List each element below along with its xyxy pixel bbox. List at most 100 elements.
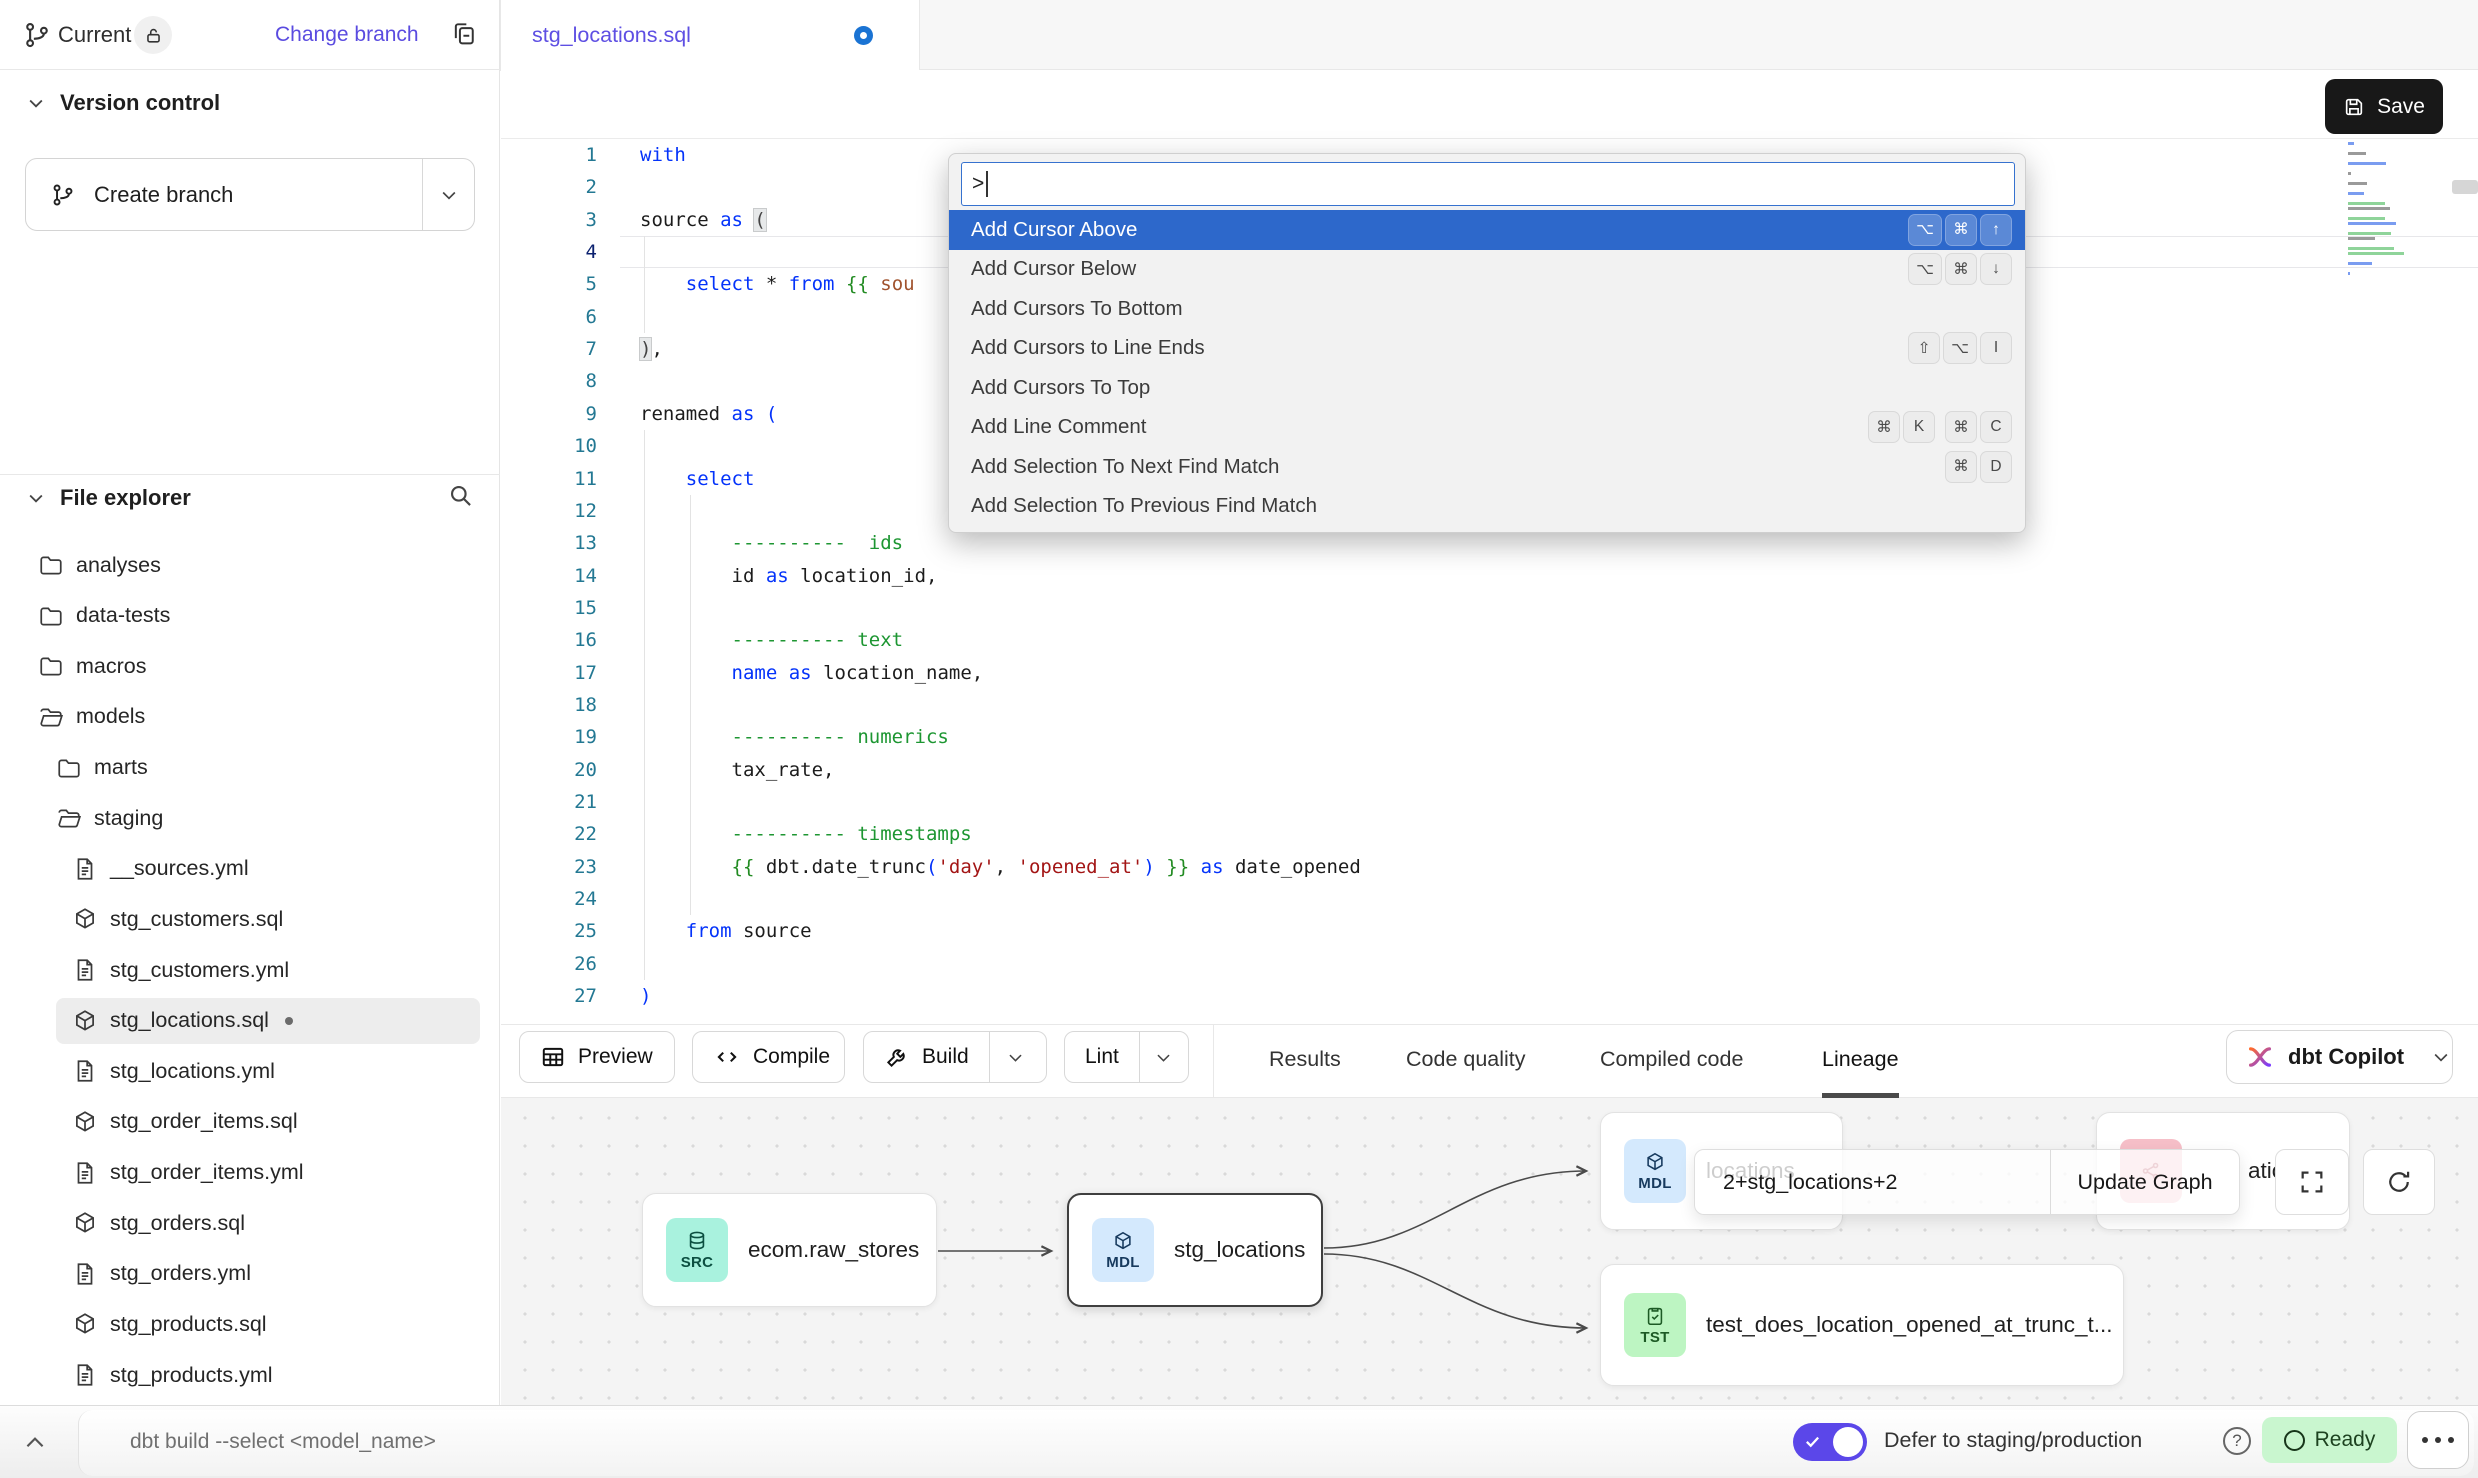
file-item-macros[interactable]: macros	[0, 641, 500, 691]
file-item-stg-products-yml[interactable]: stg_products.yml	[0, 1350, 500, 1400]
file-item-stg-customers-sql[interactable]: stg_customers.sql	[0, 894, 500, 944]
version-control-section-header[interactable]: Version control	[26, 90, 220, 116]
save-button[interactable]: Save	[2325, 79, 2443, 134]
tab-results[interactable]: Results	[1269, 1025, 1341, 1094]
fullscreen-icon	[2298, 1168, 2326, 1196]
update-graph-label: Update Graph	[2077, 1170, 2212, 1195]
build-button[interactable]: Build	[863, 1031, 1047, 1083]
palette-item-add-cursors-to-line-ends[interactable]: Add Cursors to Line Ends⇧⌥I	[949, 329, 2025, 369]
build-dropdown[interactable]	[989, 1032, 1041, 1082]
palette-item-add-selection-to-next-find-match[interactable]: Add Selection To Next Find Match⌘D	[949, 447, 2025, 487]
defer-toggle[interactable]	[1793, 1423, 1867, 1461]
file-item--sources-yml[interactable]: __sources.yml	[0, 844, 500, 894]
line-number: 5	[501, 268, 597, 300]
command-palette-input[interactable]: >	[961, 162, 2015, 206]
cube-icon	[1644, 1151, 1666, 1173]
file-yml-icon	[72, 1058, 98, 1084]
lineage-node-test[interactable]: TST test_does_location_opened_at_trunc_t…	[1600, 1264, 2124, 1386]
file-item-stg-orders-sql[interactable]: stg_orders.sql	[0, 1198, 500, 1248]
file-label: staging	[94, 806, 163, 831]
file-item-analyses[interactable]: analyses	[0, 540, 500, 590]
line-number: 9	[501, 398, 597, 430]
file-label: stg_products.sql	[110, 1312, 267, 1337]
palette-item-add-cursors-to-top[interactable]: Add Cursors To Top	[949, 368, 2025, 408]
code-line-25: from source	[640, 915, 812, 947]
code-line-23: {{ dbt.date_trunc('day', 'opened_at') }}…	[640, 851, 1361, 883]
lineage-node-selected-model[interactable]: MDL stg_locations	[1067, 1193, 1323, 1307]
lineage-selector-input[interactable]: 2+stg_locations+2	[1695, 1150, 2050, 1214]
file-item-stg-order-items-sql[interactable]: stg_order_items.sql	[0, 1097, 500, 1147]
tab-lineage[interactable]: Lineage	[1822, 1025, 1899, 1098]
compile-button[interactable]: Compile	[692, 1031, 845, 1083]
tab-title: stg_locations.sql	[532, 23, 691, 48]
lineage-node-source[interactable]: SRC ecom.raw_stores	[642, 1193, 937, 1307]
palette-item-add-cursor-below[interactable]: Add Cursor Below⌥⌘↓	[949, 250, 2025, 290]
source-badge: SRC	[666, 1218, 728, 1282]
tab-compiled-code[interactable]: Compiled code	[1600, 1025, 1743, 1094]
cli-command-input[interactable]: dbt build --select <model_name>	[130, 1430, 436, 1454]
line-number: 19	[501, 721, 597, 753]
node-label: stg_locations	[1174, 1237, 1305, 1263]
chevron-down-icon	[439, 185, 459, 205]
palette-item-add-line-comment[interactable]: Add Line Comment⌘K⌘C	[949, 408, 2025, 448]
editor-toolbar: Preview Compile Build Lint Results Code qual…	[501, 1024, 2478, 1098]
preview-button[interactable]: Preview	[519, 1031, 675, 1083]
file-label: models	[76, 704, 145, 729]
file-explorer-title: File explorer	[60, 485, 191, 511]
file-item-stg-customers-yml[interactable]: stg_customers.yml	[0, 945, 500, 995]
keyboard-shortcut: ⌥⌘↓	[1909, 254, 2011, 284]
create-branch-button[interactable]: Create branch	[25, 158, 475, 231]
palette-item-add-selection-to-previous-find-match[interactable]: Add Selection To Previous Find Match	[949, 487, 2025, 527]
file-item-stg-orders-yml[interactable]: stg_orders.yml	[0, 1249, 500, 1299]
lint-dropdown[interactable]	[1139, 1032, 1188, 1082]
sidebar: Current Change branch Version control Cr…	[0, 0, 500, 1405]
update-graph-button[interactable]: Update Graph	[2050, 1150, 2239, 1214]
folder-icon	[38, 653, 64, 679]
help-icon[interactable]: ?	[2223, 1427, 2251, 1455]
palette-item-label: Add Selection To Next Find Match	[971, 455, 1279, 479]
folder-icon	[38, 603, 64, 629]
code-line-1: with	[640, 139, 686, 171]
palette-item-add-cursor-above[interactable]: Add Cursor Above⌥⌘↑	[949, 210, 2025, 250]
tab-code-quality[interactable]: Code quality	[1406, 1025, 1526, 1094]
file-yml-icon	[72, 957, 98, 983]
line-number: 1	[501, 139, 597, 171]
text-caret	[986, 171, 988, 197]
line-number: 16	[501, 624, 597, 656]
file-label: data-tests	[76, 603, 170, 628]
refresh-icon	[2385, 1168, 2413, 1196]
button-label: Preview	[578, 1045, 653, 1069]
file-item-staging[interactable]: staging	[0, 793, 500, 843]
more-options-button[interactable]	[2407, 1411, 2469, 1469]
line-number: 14	[501, 560, 597, 592]
file-item-stg-locations-yml[interactable]: stg_locations.yml	[0, 1046, 500, 1096]
toggle-knob	[1833, 1427, 1863, 1457]
code-line-7: ),	[640, 333, 663, 365]
selector-value: 2+stg_locations+2	[1723, 1170, 1898, 1195]
chevron-up-icon[interactable]	[22, 1430, 48, 1461]
palette-item-label: Add Selection To Previous Find Match	[971, 494, 1317, 518]
dbt-copilot-button[interactable]: dbt Copilot	[2226, 1030, 2453, 1084]
file-item-stg-products-sql[interactable]: stg_products.sql	[0, 1299, 500, 1349]
search-icon[interactable]	[447, 482, 474, 514]
lineage-canvas[interactable]: SRC ecom.raw_stores MDL stg_locations MD…	[501, 1098, 2478, 1405]
file-item-stg-order-items-yml[interactable]: stg_order_items.yml	[0, 1148, 500, 1198]
file-item-marts[interactable]: marts	[0, 743, 500, 793]
database-icon	[686, 1230, 708, 1252]
file-explorer-section-header[interactable]: File explorer	[26, 482, 474, 514]
copy-icon[interactable]	[450, 20, 478, 53]
file-item-stg-locations-sql[interactable]: stg_locations.sql	[0, 996, 500, 1046]
file-label: stg_order_items.yml	[110, 1160, 304, 1185]
refresh-button[interactable]	[2363, 1149, 2435, 1215]
lint-button[interactable]: Lint	[1064, 1031, 1189, 1083]
minimap-slider[interactable]	[2452, 180, 2478, 194]
file-item-data-tests[interactable]: data-tests	[0, 591, 500, 641]
command-palette: > Add Cursor Above⌥⌘↑Add Cursor Below⌥⌘↓…	[948, 153, 2026, 533]
create-branch-dropdown[interactable]	[422, 159, 474, 230]
change-branch-link[interactable]: Change branch	[275, 23, 419, 47]
line-number: 17	[501, 657, 597, 689]
file-item-models[interactable]: models	[0, 692, 500, 742]
palette-item-add-cursors-to-bottom[interactable]: Add Cursors To Bottom	[949, 289, 2025, 329]
fullscreen-button[interactable]	[2275, 1149, 2349, 1215]
tab-stg-locations-sql[interactable]: stg_locations.sql	[500, 0, 920, 71]
